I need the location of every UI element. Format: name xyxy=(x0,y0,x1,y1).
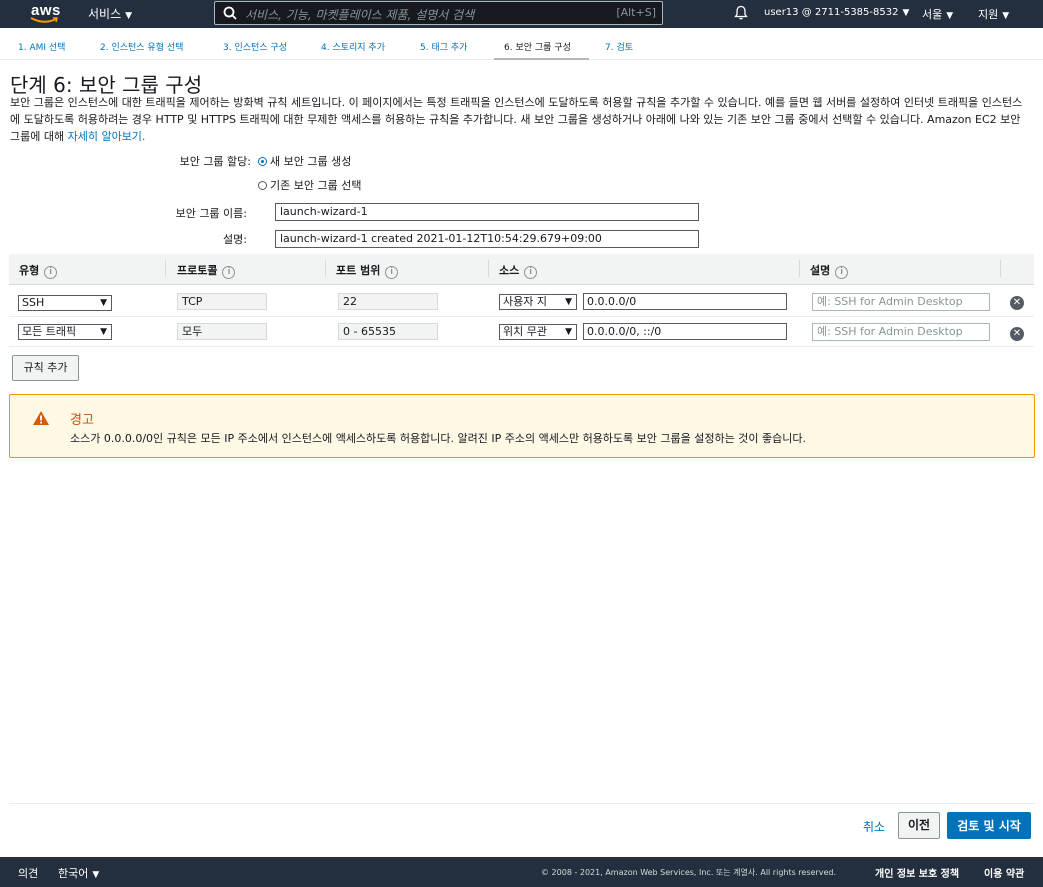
language-selector[interactable]: 한국어 ▼ xyxy=(58,865,99,881)
header-description: 설명 i xyxy=(810,262,849,279)
warning-alert: 경고 소스가 0.0.0.0/0인 규칙은 모든 IP 주소에서 인스턴스에 액… xyxy=(9,394,1035,458)
account-label: user13 @ 2711-5385-8532 xyxy=(764,7,899,18)
info-icon[interactable]: i xyxy=(44,266,58,279)
review-and-launch-button[interactable]: 검토 및 시작 xyxy=(947,812,1031,839)
aws-logo[interactable]: aws xyxy=(28,2,62,25)
column-divider xyxy=(325,260,326,277)
services-menu[interactable]: 서비스 ▼ xyxy=(88,5,132,22)
sg-description-field[interactable]: launch-wizard-1 created 2021-01-12T10:54… xyxy=(275,230,699,248)
assign-sg-label: 보안 그룹 할당: xyxy=(179,155,251,168)
source-cidr-input[interactable]: 0.0.0.0/0 xyxy=(583,293,787,310)
previous-button[interactable]: 이전 xyxy=(898,812,940,839)
chevron-down-icon: ▼ xyxy=(100,327,107,337)
chevron-down-icon: ▼ xyxy=(565,327,572,337)
cancel-link[interactable]: 취소 xyxy=(863,818,885,835)
bell-icon[interactable] xyxy=(734,5,748,20)
radio-new-sg-label: 새 보안 그룹 생성 xyxy=(270,155,352,168)
rule-description-input[interactable]: 예: SSH for Admin Desktop xyxy=(812,323,990,341)
protocol-value: TCP xyxy=(177,293,267,310)
radio-unselected-icon xyxy=(258,181,267,190)
footer: 의견 한국어 ▼ © 2008 - 2021, Amazon Web Servic… xyxy=(0,857,1043,887)
header-type: 유형 i xyxy=(19,262,58,279)
terms-link[interactable]: 이용 약관 xyxy=(984,865,1024,880)
account-menu[interactable]: user13 @ 2711-5385-8532 ▼ xyxy=(764,7,909,18)
add-rule-button[interactable]: 규칙 추가 xyxy=(12,355,79,381)
info-icon[interactable]: i xyxy=(524,266,538,279)
table-row: SSH ▼ TCP 22 사용자 지 ▼ 0.0.0.0/0 예: SSH for … xyxy=(9,287,1034,317)
rules-table-header: 유형 i 프로토콜 i 포트 범위 i 소스 i 설명 i xyxy=(9,254,1034,285)
page-description: 보안 그룹은 인스턴스에 대한 트래픽을 제어하는 방화벽 규칙 세트입니다. … xyxy=(10,94,1032,145)
radio-selected-icon xyxy=(258,157,267,166)
table-row: 모든 트래픽 ▼ 모두 0 - 65535 위치 무관 ▼ 0.0.0.0/0, :… xyxy=(9,317,1034,347)
info-icon[interactable]: i xyxy=(222,266,236,279)
step-configure-instance[interactable]: 3. 인스턴스 구성 xyxy=(223,40,287,53)
column-divider xyxy=(799,260,800,277)
radio-existing-sg[interactable]: 기존 보안 그룹 선택 xyxy=(258,177,361,193)
step-security-group[interactable]: 6. 보안 그룹 구성 xyxy=(504,40,571,53)
search-shortcut: [Alt+S] xyxy=(616,6,656,19)
warning-text: 소스가 0.0.0.0/0인 규칙은 모든 IP 주소에서 인스턴스에 액세스하… xyxy=(70,432,806,445)
caret-down-icon: ▼ xyxy=(92,870,100,880)
port-range-value: 0 - 65535 xyxy=(338,323,438,340)
step-add-tags[interactable]: 5. 태그 추가 xyxy=(420,40,467,53)
step-instance-type[interactable]: 2. 인스턴스 유형 선택 xyxy=(100,40,183,53)
top-navigation: aws 서비스 ▼ 서비스, 기능, 마켓플레이스 제품, 설명서 검색 [Alt… xyxy=(0,0,1043,28)
type-select[interactable]: SSH ▼ xyxy=(18,295,112,311)
warning-title: 경고 xyxy=(70,413,94,428)
source-select[interactable]: 위치 무관 ▼ xyxy=(499,324,577,340)
info-icon[interactable]: i xyxy=(835,266,849,279)
rule-description-input[interactable]: 예: SSH for Admin Desktop xyxy=(812,293,990,311)
sg-name-label: 보안 그룹 이름: xyxy=(175,207,247,220)
source-select[interactable]: 사용자 지 ▼ xyxy=(499,294,577,310)
header-port-range: 포트 범위 i xyxy=(336,262,399,279)
step-ami[interactable]: 1. AMI 선택 xyxy=(18,40,65,53)
header-protocol: 프로토콜 i xyxy=(177,262,236,279)
search-input[interactable]: 서비스, 기능, 마켓플레이스 제품, 설명서 검색 [Alt+S] xyxy=(214,1,663,25)
learn-more-link[interactable]: 자세히 알아보기. xyxy=(68,130,146,143)
column-divider xyxy=(1000,260,1001,277)
step-review[interactable]: 7. 검토 xyxy=(605,40,633,53)
chevron-down-icon: ▼ xyxy=(565,297,572,307)
caret-down-icon: ▼ xyxy=(902,8,910,18)
privacy-policy-link[interactable]: 개인 정보 보호 정책 xyxy=(875,865,959,880)
support-label: 지원 xyxy=(978,8,999,21)
search-icon xyxy=(223,6,237,20)
description-text: 보안 그룹은 인스턴스에 대한 트래픽을 제어하는 방화벽 규칙 세트입니다. … xyxy=(10,96,1023,143)
copyright-text: © 2008 - 2021, Amazon Web Services, Inc.… xyxy=(541,868,837,877)
header-source: 소스 i xyxy=(499,262,538,279)
column-divider xyxy=(165,260,166,277)
region-label: 서울 xyxy=(922,8,943,21)
port-range-value: 22 xyxy=(338,293,438,310)
caret-down-icon: ▼ xyxy=(125,11,133,21)
warning-icon xyxy=(33,411,49,425)
info-icon[interactable]: i xyxy=(385,266,399,279)
type-select[interactable]: 모든 트래픽 ▼ xyxy=(18,324,112,340)
source-cidr-input[interactable]: 0.0.0.0/0, ::/0 xyxy=(583,323,787,340)
radio-existing-sg-label: 기존 보안 그룹 선택 xyxy=(270,179,362,192)
protocol-value: 모두 xyxy=(177,323,267,340)
services-label: 서비스 xyxy=(88,7,122,21)
support-menu[interactable]: 지원 ▼ xyxy=(978,6,1009,22)
divider xyxy=(9,803,1035,804)
wizard-steps: 1. AMI 선택 2. 인스턴스 유형 선택 3. 인스턴스 구성 4. 스토… xyxy=(0,34,1043,60)
sg-description-label: 설명: xyxy=(223,233,247,246)
search-placeholder: 서비스, 기능, 마켓플레이스 제품, 설명서 검색 xyxy=(245,8,475,22)
column-divider xyxy=(488,260,489,277)
chevron-down-icon: ▼ xyxy=(100,298,107,308)
active-step-indicator xyxy=(494,58,589,60)
step-add-storage[interactable]: 4. 스토리지 추가 xyxy=(321,40,385,53)
caret-down-icon: ▼ xyxy=(1002,11,1010,21)
remove-rule-icon[interactable]: ✕ xyxy=(1010,327,1024,341)
region-menu[interactable]: 서울 ▼ xyxy=(922,6,953,22)
feedback-link[interactable]: 의견 xyxy=(18,865,38,881)
caret-down-icon: ▼ xyxy=(946,11,954,21)
sg-name-field[interactable]: launch-wizard-1 xyxy=(275,203,699,221)
aws-smile-icon xyxy=(30,17,58,23)
remove-rule-icon[interactable]: ✕ xyxy=(1010,296,1024,310)
radio-new-sg[interactable]: 새 보안 그룹 생성 xyxy=(258,153,351,169)
